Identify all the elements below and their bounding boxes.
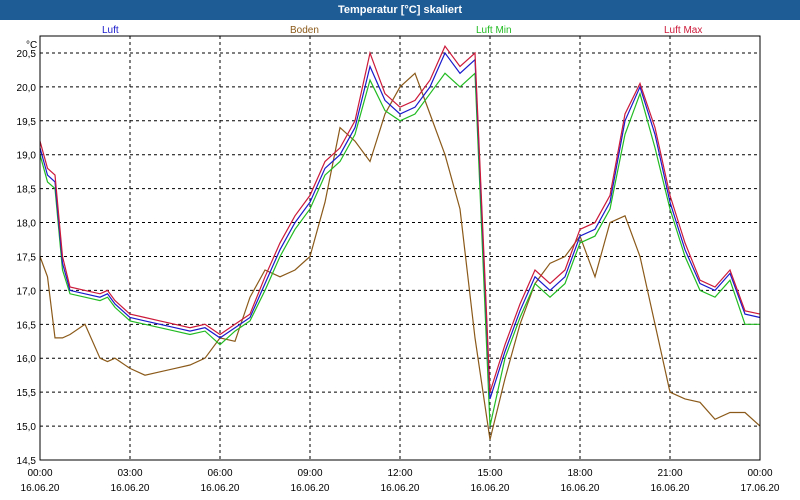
x-tick-time: 18:00 (567, 468, 592, 479)
x-tick-date: 16.06.20 (111, 483, 150, 494)
x-tick-date: 16.06.20 (291, 483, 330, 494)
x-tick-date: 16.06.20 (651, 483, 690, 494)
grid-lines (39, 36, 761, 461)
y-tick-label: 18,5 (17, 185, 37, 196)
y-tick-label: 16,0 (17, 354, 37, 365)
x-tick-time: 03:00 (117, 468, 142, 479)
x-tick-date: 17.06.20 (741, 483, 780, 494)
x-tick-time: 12:00 (387, 468, 412, 479)
x-tick-time: 21:00 (657, 468, 682, 479)
x-tick-date: 16.06.20 (561, 483, 600, 494)
x-tick-time: 00:00 (27, 468, 52, 479)
x-tick-time: 06:00 (207, 468, 232, 479)
temperature-chart: °C 14,515,015,516,016,517,017,518,018,51… (17, 35, 780, 494)
y-tick-label: 15,0 (17, 422, 37, 433)
x-tick-date: 16.06.20 (201, 483, 240, 494)
axes: 14,5 15,0 15,5 16,0 16,5 17,0 17,5 18,0 18,5 19,0… (17, 35, 780, 494)
y-tick-label: 17,5 (17, 252, 37, 263)
y-tick-label: 19,0 (17, 151, 37, 162)
y-tick-label: 16,5 (17, 320, 37, 331)
x-tick-time: 00:00 (747, 468, 772, 479)
x-tick-time: 09:00 (297, 468, 322, 479)
window-title: Temperatur [°C] skaliert (0, 0, 800, 20)
y-tick-label: 18,0 (17, 219, 37, 230)
y-tick-label: 19,5 (17, 117, 37, 128)
y-tick-label: 14,5 (17, 456, 37, 467)
y-tick-label: 20,0 (17, 83, 37, 94)
y-tick-label: 15,5 (17, 388, 37, 399)
y-tick-label: 20,5 (17, 49, 37, 60)
x-tick-date: 16.06.20 (471, 483, 510, 494)
x-tick-time: 15:00 (477, 468, 502, 479)
x-tick-date: 16.06.20 (21, 483, 60, 494)
y-tick-label: 17,0 (17, 286, 37, 297)
x-tick-date: 16.06.20 (381, 483, 420, 494)
